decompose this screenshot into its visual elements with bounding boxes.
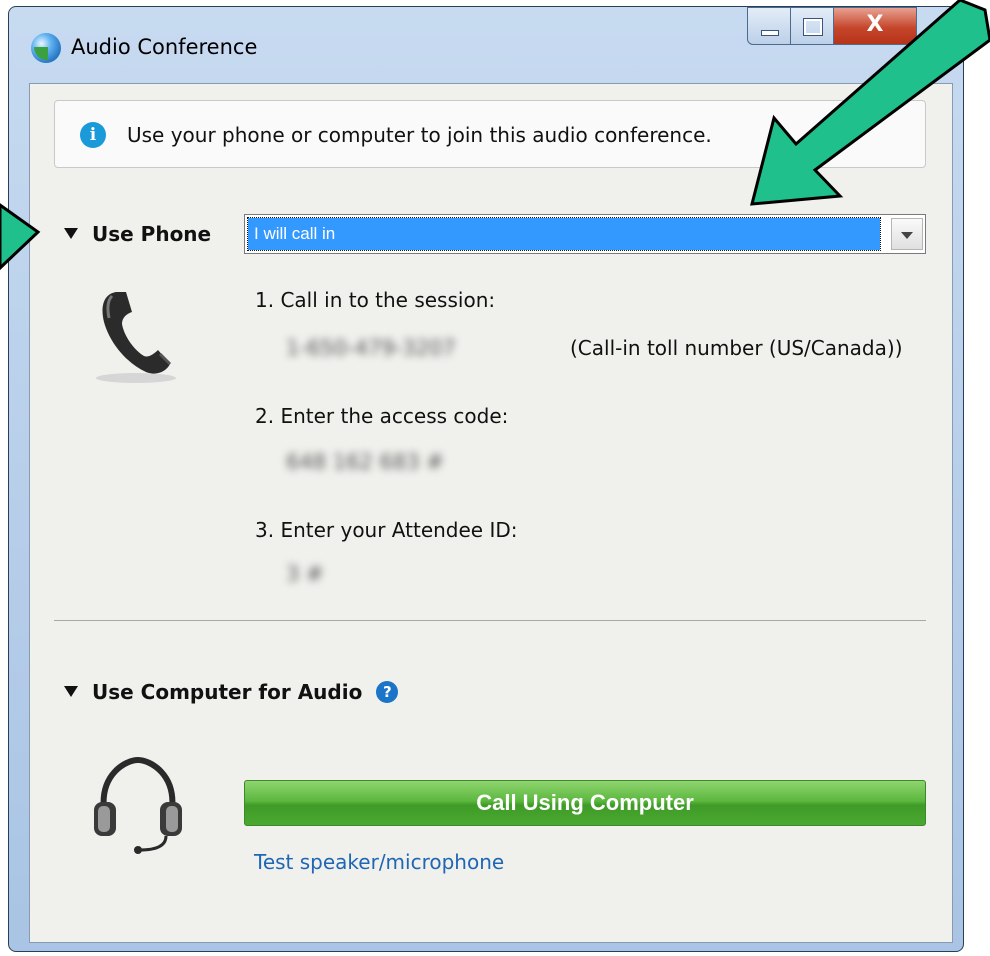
title-bar[interactable]: Audio Conference X <box>9 7 963 83</box>
dropdown-arrow-icon[interactable] <box>891 218 923 250</box>
collapse-triangle-icon <box>64 686 78 697</box>
call-method-dropdown[interactable]: I will call in <box>244 214 926 254</box>
section-divider <box>54 620 926 621</box>
use-computer-heading: Use Computer for Audio <box>92 680 363 704</box>
info-banner: i Use your phone or computer to join thi… <box>54 100 926 168</box>
help-icon[interactable]: ? <box>376 680 399 703</box>
dialog-body: i Use your phone or computer to join thi… <box>29 83 953 943</box>
headset-icon <box>94 756 182 854</box>
info-icon: i <box>80 122 106 148</box>
test-speaker-microphone-link[interactable]: Test speaker/microphone <box>254 850 504 874</box>
step-1-label: 1. Call in to the session: <box>255 288 496 312</box>
call-in-number: 1-650-479-3207 <box>286 336 456 360</box>
close-button[interactable]: X <box>833 7 917 45</box>
call-method-selected: I will call in <box>247 217 881 251</box>
maximize-button[interactable] <box>790 7 834 45</box>
access-code: 648 162 683 # <box>286 450 444 474</box>
collapse-triangle-icon <box>64 228 78 239</box>
maximize-icon <box>803 18 823 36</box>
attendee-id: 3 # <box>286 562 324 586</box>
call-using-computer-button[interactable]: Call Using Computer <box>244 780 926 826</box>
minimize-icon <box>761 30 779 36</box>
step-2-label: 2. Enter the access code: <box>255 404 509 428</box>
use-phone-heading: Use Phone <box>92 222 212 246</box>
use-computer-toggle[interactable]: Use Computer for Audio? <box>64 680 399 705</box>
window-title: Audio Conference <box>71 35 258 59</box>
toll-number-note: (Call-in toll number (US/Canada)) <box>570 336 903 360</box>
minimize-button[interactable] <box>747 7 791 45</box>
info-text: Use your phone or computer to join this … <box>127 123 712 147</box>
audio-conference-window: Audio Conference X i Use your phone or c… <box>8 6 964 952</box>
app-globe-icon <box>31 33 61 63</box>
phone-handset-icon <box>96 292 176 383</box>
step-3-label: 3. Enter your Attendee ID: <box>255 518 518 542</box>
close-icon: X <box>866 12 884 37</box>
use-phone-toggle[interactable]: Use Phone <box>64 222 211 246</box>
